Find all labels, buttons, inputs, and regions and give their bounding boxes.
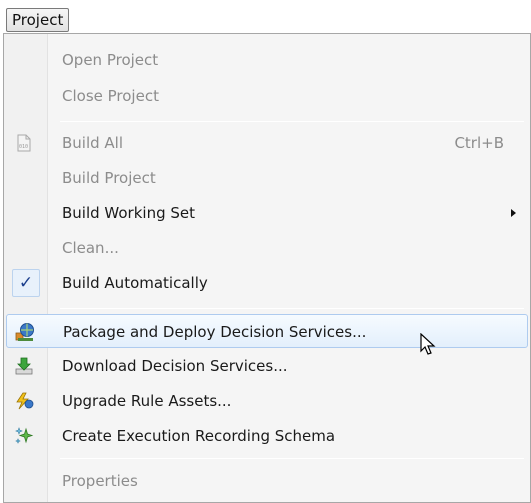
mouse-pointer-icon: [420, 332, 436, 361]
menu-item-label: Upgrade Rule Assets...: [62, 392, 232, 410]
menu-item-shortcut: Ctrl+B: [454, 134, 504, 152]
checkmark-icon: ✓: [12, 269, 40, 297]
menu-item-label: Build Working Set: [62, 204, 196, 222]
menu-item-build-working-set[interactable]: Build Working Set: [6, 196, 528, 230]
menu-item-create-schema[interactable]: Create Execution Recording Schema: [6, 419, 528, 453]
menu-item-label: Properties: [62, 472, 138, 490]
upgrade-lightning-icon: [14, 391, 34, 411]
menubar: Project: [0, 0, 531, 36]
menubar-item-project[interactable]: Project: [6, 8, 70, 32]
project-menu: Open Project Close Project 010 Build All…: [3, 33, 531, 503]
menu-item-build-project[interactable]: Build Project: [6, 161, 528, 195]
menu-item-build-all[interactable]: 010 Build All Ctrl+B: [6, 126, 528, 160]
svg-text:010: 010: [19, 144, 28, 150]
menu-separator: [60, 121, 524, 122]
menu-separator: [60, 458, 524, 459]
menu-item-label: Clean...: [62, 239, 119, 257]
menu-item-build-automatically[interactable]: ✓ Build Automatically: [6, 266, 528, 300]
menu-item-label: Package and Deploy Decision Services...: [63, 323, 367, 341]
deploy-globe-icon: [15, 322, 35, 342]
menu-item-label: Build All: [62, 134, 124, 152]
menu-item-label: Open Project: [62, 51, 159, 69]
menu-separator: [60, 308, 524, 309]
menu-item-label: Close Project: [62, 87, 159, 105]
menu-item-clean[interactable]: Clean...: [6, 231, 528, 265]
menu-item-close-project[interactable]: Close Project: [6, 79, 528, 113]
menu-item-label: Download Decision Services...: [62, 357, 288, 375]
submenu-arrow-icon: [511, 209, 516, 217]
sparkle-icon: [14, 426, 34, 446]
menu-item-label: Build Project: [62, 169, 156, 187]
menu-item-label: Create Execution Recording Schema: [62, 427, 336, 445]
menu-item-upgrade[interactable]: Upgrade Rule Assets...: [6, 384, 528, 418]
menu-item-open-project[interactable]: Open Project: [6, 43, 528, 77]
menu-item-properties[interactable]: Properties: [6, 464, 528, 498]
menu-item-package-deploy[interactable]: Package and Deploy Decision Services...: [6, 314, 528, 348]
download-icon: [14, 356, 34, 376]
binary-file-icon: 010: [14, 133, 34, 153]
menu-item-label: Build Automatically: [62, 274, 208, 292]
menu-item-download[interactable]: Download Decision Services...: [6, 349, 528, 383]
